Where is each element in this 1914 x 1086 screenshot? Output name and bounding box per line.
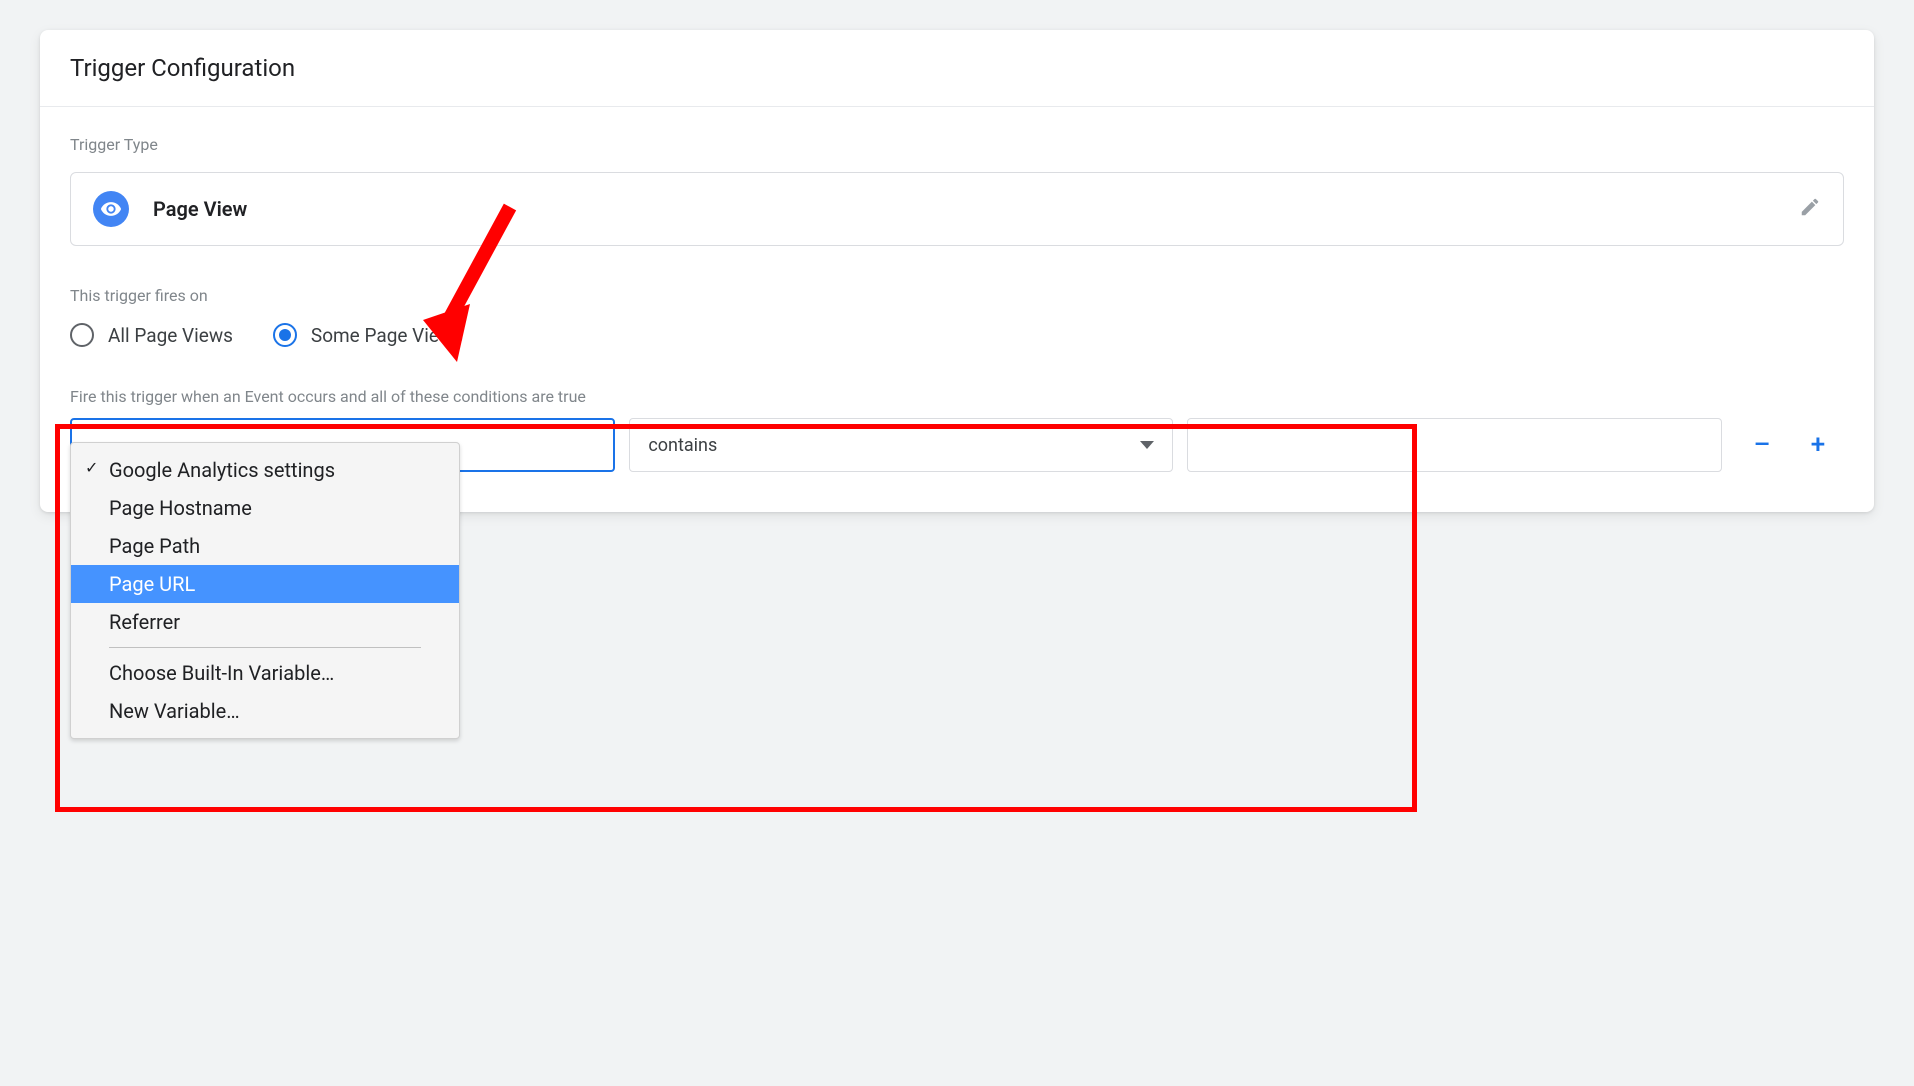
trigger-type-name: Page View xyxy=(153,197,247,221)
trigger-type-selector[interactable]: Page View xyxy=(70,172,1844,246)
card-header: Trigger Configuration xyxy=(40,30,1874,107)
operator-select-value: contains xyxy=(648,435,717,456)
remove-condition-button[interactable]: – xyxy=(1748,431,1776,459)
dropdown-item-page-path[interactable]: Page Path xyxy=(71,527,459,565)
radio-label: All Page Views xyxy=(108,324,233,347)
dropdown-item-referrer[interactable]: Referrer xyxy=(71,603,459,641)
condition-label: Fire this trigger when an Event occurs a… xyxy=(70,387,1844,406)
fires-on-radio-group: All Page Views Some Page Views xyxy=(70,323,1844,347)
dropdown-item-page-url[interactable]: Page URL xyxy=(71,565,459,603)
row-actions: – + xyxy=(1736,431,1844,459)
trigger-type-left: Page View xyxy=(93,191,247,227)
dropdown-item-page-hostname[interactable]: Page Hostname xyxy=(71,489,459,527)
trigger-type-label: Trigger Type xyxy=(70,135,1844,154)
edit-icon[interactable] xyxy=(1799,196,1821,222)
variable-dropdown-menu: Google Analytics settings Page Hostname … xyxy=(70,442,460,739)
dropdown-item-new-variable[interactable]: New Variable… xyxy=(71,692,459,730)
chevron-down-icon xyxy=(1140,441,1154,449)
dropdown-item-google-analytics[interactable]: Google Analytics settings xyxy=(71,451,459,489)
trigger-config-card: Trigger Configuration Trigger Type Page … xyxy=(40,30,1874,512)
operator-select[interactable]: contains xyxy=(629,418,1172,472)
card-body: Trigger Type Page View This trigger fire… xyxy=(40,107,1874,512)
radio-label: Some Page Views xyxy=(311,324,463,347)
radio-circle-unselected xyxy=(70,323,94,347)
radio-some-page-views[interactable]: Some Page Views xyxy=(273,323,463,347)
eye-icon xyxy=(93,191,129,227)
radio-circle-selected xyxy=(273,323,297,347)
fires-on-label: This trigger fires on xyxy=(70,286,1844,305)
add-condition-button[interactable]: + xyxy=(1804,431,1832,459)
dropdown-item-choose-builtin[interactable]: Choose Built-In Variable… xyxy=(71,654,459,692)
radio-all-page-views[interactable]: All Page Views xyxy=(70,323,233,347)
radio-dot xyxy=(279,329,291,341)
condition-value-input[interactable] xyxy=(1187,418,1722,472)
card-title: Trigger Configuration xyxy=(70,54,1844,82)
dropdown-divider xyxy=(109,647,421,648)
